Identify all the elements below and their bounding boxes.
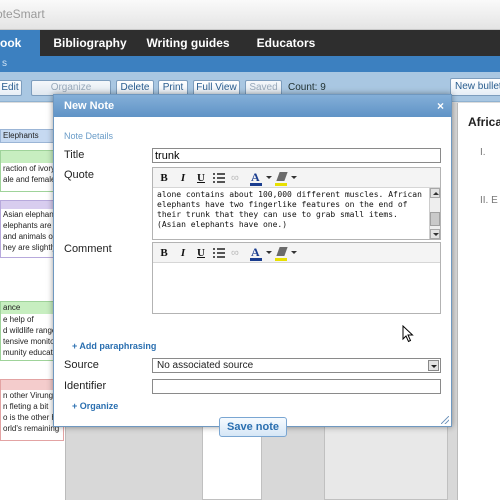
identifier-input[interactable] [152,379,441,394]
underline-icon[interactable]: U [194,171,208,185]
highlight-icon[interactable] [274,245,290,261]
highlight-icon[interactable] [274,170,290,186]
scroll-down-icon[interactable] [430,229,440,239]
source-selected-value: No associated source [157,360,254,371]
dialog-body: Note Details Title Quote B I U ∞ A alone… [54,117,451,437]
quote-text[interactable]: alone contains about 100,000 different m… [153,188,428,239]
dialog-header[interactable]: New Note × [54,95,451,117]
highlight-dropdown-icon[interactable] [291,176,297,179]
quote-label: Quote [64,169,94,181]
dialog-title: New Note [64,100,115,112]
font-color-icon[interactable]: A [249,170,265,186]
resize-grip-icon[interactable] [439,414,449,424]
dropdown-arrow-icon[interactable] [428,360,439,371]
quote-editor[interactable]: B I U ∞ A alone contains about 100,000 d… [152,167,441,240]
font-color-dropdown-icon[interactable] [266,251,272,254]
source-label: Source [64,359,99,371]
scroll-thumb[interactable] [430,212,440,226]
italic-icon[interactable]: I [176,171,190,185]
sub-nav-label[interactable]: s [2,58,7,69]
app-logo: oteSmart [0,7,45,21]
font-color-dropdown-icon[interactable] [266,176,272,179]
tab-writing-guides[interactable]: Writing guides [140,30,236,56]
organize-link[interactable]: + Organize [72,401,118,411]
italic-icon[interactable]: I [176,246,190,260]
highlight-dropdown-icon[interactable] [291,251,297,254]
add-paraphrasing-link[interactable]: + Add paraphrasing [72,341,156,351]
bold-icon[interactable]: B [157,171,171,185]
title-label: Title [64,149,85,161]
bold-icon[interactable]: B [157,246,171,260]
sub-nav: s [0,56,500,72]
font-color-icon[interactable]: A [249,245,265,261]
new-note-dialog: New Note × Note Details Title Quote B I … [53,94,452,437]
comment-label: Comment [64,243,112,255]
background-note-card[interactable] [324,425,448,500]
save-note-button[interactable]: Save note [219,417,287,437]
scroll-up-icon[interactable] [430,188,440,198]
mouse-cursor-icon [402,325,414,343]
main-nav: ook Bibliography Writing guides Educator… [0,30,500,56]
edit-button[interactable]: Edit [0,80,22,96]
comment-editor[interactable]: B I U ∞ A [152,242,441,314]
tab-notebook[interactable]: ook [0,30,40,56]
new-bullet-button[interactable]: New bullet [450,78,500,96]
bullet-list-icon[interactable] [213,247,225,259]
link-icon[interactable]: ∞ [231,172,245,184]
quote-scrollbar[interactable] [429,188,440,239]
outline-panel: African I. II. E [457,103,500,500]
note-details-label: Note Details [64,131,114,141]
comment-text[interactable] [153,263,440,313]
top-bar: oteSmart [0,0,500,30]
close-icon[interactable]: × [437,95,444,117]
underline-icon[interactable]: U [194,246,208,260]
outline-item[interactable]: I. [480,147,486,158]
source-select[interactable]: No associated source [152,358,441,373]
tab-educators[interactable]: Educators [244,30,328,56]
outline-item[interactable]: II. E [480,195,498,206]
tab-bibliography[interactable]: Bibliography [46,30,134,56]
quote-editor-toolbar: B I U ∞ A [153,168,440,188]
comment-editor-toolbar: B I U ∞ A [153,243,440,263]
identifier-label: Identifier [64,380,107,392]
note-count: Count: 9 [288,82,326,93]
bullet-list-icon[interactable] [213,172,225,184]
link-icon[interactable]: ∞ [231,247,245,259]
outline-title: African [468,115,500,129]
title-input[interactable] [152,148,441,163]
